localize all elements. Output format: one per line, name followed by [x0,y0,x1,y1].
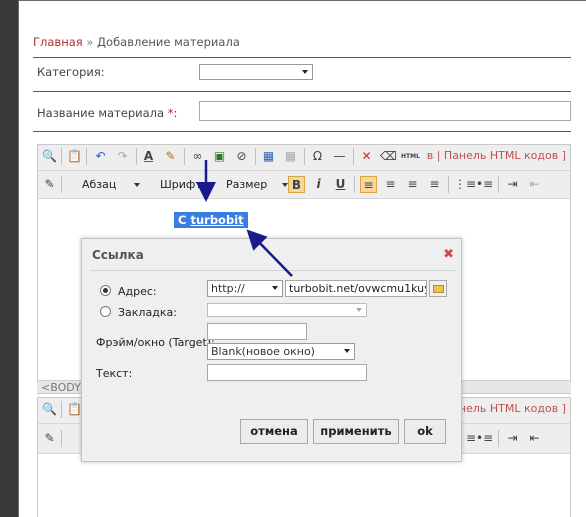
bookmark-radio[interactable] [100,306,111,317]
unordered-list-icon[interactable]: •≡ [476,176,493,193]
divider [33,91,571,92]
size-dropdown[interactable]: Размер [226,177,288,193]
indent-icon[interactable]: ⇥ [504,430,521,447]
chevron-down-icon [344,349,350,353]
breadcrumb: Главная » Добавление материала [33,35,240,49]
link-dialog: Ссылка ✖ Адрес: http:// turbobit.net/ovw… [81,238,462,462]
flash-icon[interactable]: ⊘ [233,148,250,165]
bold-button[interactable]: B [288,176,305,193]
omega-icon[interactable]: Ω [309,148,326,165]
divider [184,148,185,165]
target-frame-input[interactable] [207,323,307,340]
bookmark-select[interactable] [207,303,367,317]
cancel-button[interactable]: отмена [240,419,308,444]
search-icon[interactable]: 🔍 [41,148,58,165]
edit-icon[interactable]: ✎ [41,430,58,447]
outdent-icon[interactable]: ⇤ [526,176,543,193]
edit-icon[interactable]: ✎ [41,176,58,193]
text-color-icon[interactable]: A [140,148,157,165]
underline-button[interactable]: U [332,176,349,193]
divider [33,131,571,132]
html-panel-link[interactable]: Панель HTML кодов ] [444,402,566,415]
url-input[interactable]: turbobit.net/ovwcmu1kuyd1 [285,280,427,297]
align-right-icon[interactable]: ≡ [426,176,443,193]
delete-icon[interactable]: ✕ [358,148,375,165]
ok-button[interactable]: ok [404,419,446,444]
address-radio[interactable] [100,285,111,296]
outdent-icon[interactable]: ⇤ [526,430,543,447]
undo-icon[interactable]: ↶ [92,148,109,165]
text-input[interactable] [207,364,367,381]
divider [354,176,355,193]
ordered-list-icon[interactable]: ⋮≡ [454,176,476,193]
table-edit-icon[interactable]: ▦ [282,148,299,165]
selected-text[interactable]: C turbobit [174,212,248,228]
search-icon[interactable]: 🔍 [41,401,58,418]
italic-button[interactable]: i [310,176,327,193]
eraser-icon[interactable]: ⌫ [380,148,397,165]
category-label: Категория: [37,65,105,79]
divider [61,430,62,447]
align-justify-icon[interactable]: ≡ [404,176,421,193]
breadcrumb-current: Добавление материала [97,35,240,49]
divider [136,148,137,165]
divider [304,148,305,165]
divider [61,176,62,193]
html-panel-link[interactable]: в | Панель HTML кодов ] [427,149,566,162]
html-icon[interactable]: HTML [401,148,420,165]
apply-button[interactable]: применить [313,419,399,444]
divider [90,270,455,271]
editor-toolbar-top: 🔍 📋 ↶ ↷ A ✎ ∞ ▣ ⊘ ▦ ▦ Ω — ✕ ⌫ HTML в | П… [38,145,570,171]
target-select[interactable]: Blank(новое окно) [207,343,355,360]
folder-icon[interactable] [429,280,447,297]
divider [61,148,62,165]
divider [498,176,499,193]
dialog-title: Ссылка [92,248,144,262]
align-center-icon[interactable]: ≡ [382,176,399,193]
selected-link-text: turbobit [190,213,244,227]
text-label: Текст: [96,367,133,380]
paste-icon[interactable]: 📋 [66,148,83,165]
title-label: Название материала *: [37,106,178,120]
image-icon[interactable]: ▣ [211,148,228,165]
protocol-select[interactable]: http:// [207,280,283,297]
divider [61,401,62,418]
divider [498,430,499,447]
close-icon[interactable]: ✖ [443,247,454,262]
editor-toolbar-format: ✎ Абзац Шрифт Размер B i U ≡ ≡ ≡ ≡ ⋮≡ •≡… [38,171,570,199]
indent-icon[interactable]: ⇥ [504,176,521,193]
chevron-down-icon [134,183,140,187]
title-input[interactable] [199,101,571,121]
paragraph-dropdown[interactable]: Абзац [82,177,140,193]
unordered-list-icon[interactable]: •≡ [476,430,493,447]
font-dropdown[interactable]: Шрифт [160,177,214,193]
divider [33,57,571,58]
align-left-icon[interactable]: ≡ [360,176,377,193]
link-icon[interactable]: ∞ [189,148,206,165]
divider [86,148,87,165]
chevron-down-icon [356,308,362,312]
target-label: Фрэйм/окно (Target): [96,336,215,349]
divider [353,148,354,165]
category-select[interactable] [199,64,313,80]
chevron-down-icon [272,286,278,290]
bookmark-label: Закладка: [118,306,177,319]
address-label: Адрес: [118,285,157,298]
chevron-down-icon [302,70,308,74]
redo-icon[interactable]: ↷ [114,148,131,165]
breadcrumb-home-link[interactable]: Главная [33,35,83,49]
breadcrumb-separator: » [86,35,94,49]
divider [448,176,449,193]
highlight-icon[interactable]: ✎ [162,148,179,165]
divider [255,148,256,165]
chevron-down-icon [208,183,214,187]
hr-icon[interactable]: — [331,148,348,165]
table-icon[interactable]: ▦ [260,148,277,165]
